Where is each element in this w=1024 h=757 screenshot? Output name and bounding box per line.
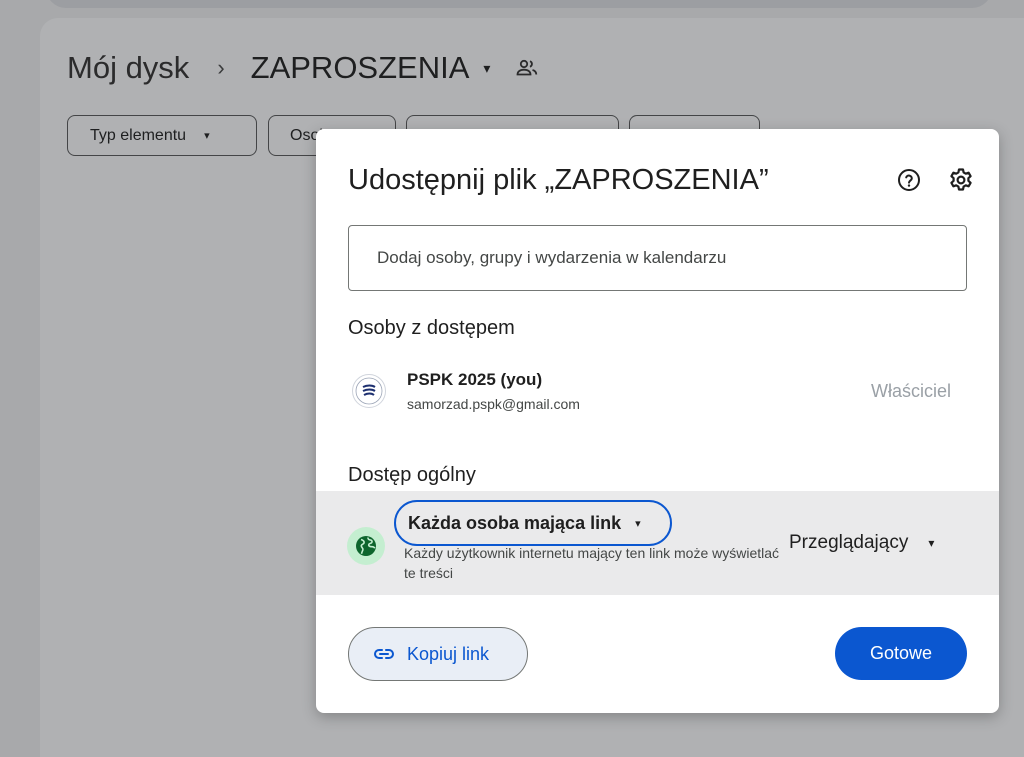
chevron-down-icon: ▾ <box>928 536 935 550</box>
filter-chip-label: Typ elementu <box>90 126 187 144</box>
top-search-bar <box>46 0 992 8</box>
general-access-heading: Dostęp ogólny <box>348 464 476 486</box>
dialog-title: Udostępnij plik „ZAPROSZENIA” <box>348 164 769 196</box>
general-access-row: Każda osoba mająca link ▾ Każdy użytkown… <box>316 491 999 595</box>
filter-chip-type[interactable]: Typ elementu ▾ <box>67 115 257 156</box>
avatar <box>352 374 386 408</box>
add-people-field[interactable] <box>348 225 967 291</box>
add-people-input[interactable] <box>377 248 966 268</box>
general-access-label: Każda osoba mająca link <box>408 512 622 533</box>
general-access-description: Każdy użytkownik internetu mający ten li… <box>404 545 780 581</box>
person-role: Właściciel <box>870 381 951 401</box>
person-row: PSPK 2025 (you) samorzad.pspk@gmail.com … <box>348 365 967 425</box>
copy-link-label: Kopiuj link <box>407 643 490 664</box>
gear-icon[interactable] <box>947 166 975 194</box>
chevron-down-icon: ▾ <box>635 517 641 530</box>
access-role-label: Przeglądający <box>789 532 909 553</box>
person-email: samorzad.pspk@gmail.com <box>407 396 580 412</box>
share-dialog: Udostępnij plik „ZAPROSZENIA” Osoby z do… <box>316 129 999 713</box>
chevron-down-icon: ▾ <box>204 130 210 142</box>
breadcrumb-separator: › <box>217 55 225 80</box>
copy-link-button[interactable]: Kopiuj link <box>348 627 528 681</box>
breadcrumb-current-folder[interactable]: ZAPROSZENIA <box>251 50 470 86</box>
globe-icon <box>347 527 385 565</box>
person-name: PSPK 2025 (you) <box>407 370 543 389</box>
help-icon[interactable] <box>896 167 922 193</box>
general-access-select[interactable]: Każda osoba mająca link ▾ <box>394 500 672 546</box>
chevron-down-icon[interactable]: ▾ <box>483 60 490 77</box>
link-icon <box>373 648 395 660</box>
done-button[interactable]: Gotowe <box>835 627 967 680</box>
people-with-access-heading: Osoby z dostępem <box>348 317 515 339</box>
people-icon <box>516 59 538 77</box>
breadcrumb-root[interactable]: Mój dysk <box>67 50 189 86</box>
breadcrumb: Mój dysk › ZAPROSZENIA ▾ <box>67 48 538 88</box>
access-role-select[interactable]: Przeglądający ▾ <box>789 529 934 557</box>
